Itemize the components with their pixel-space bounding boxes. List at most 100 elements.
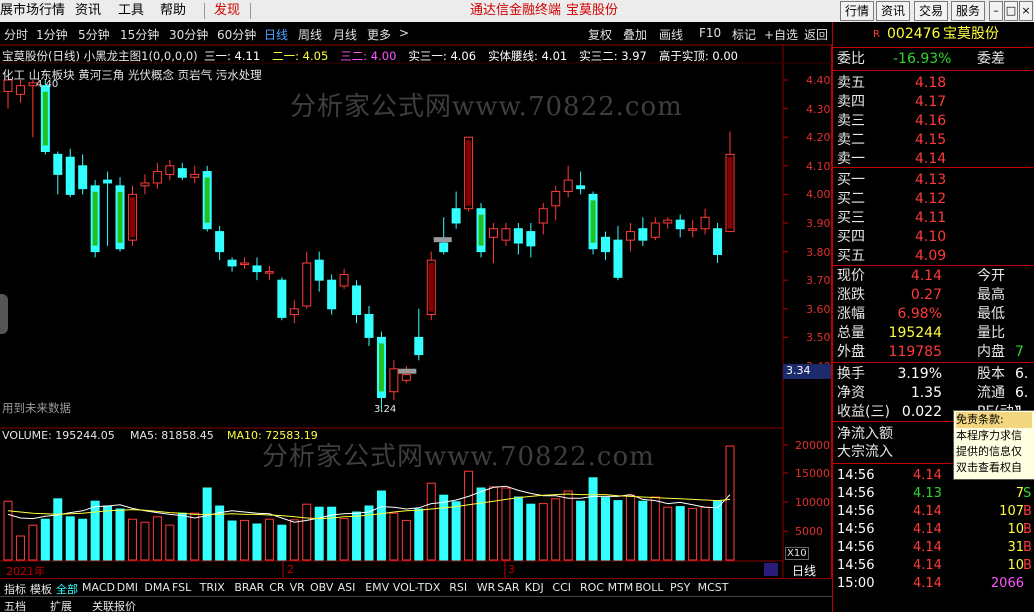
indicator-tab[interactable]: VOL-TDX: [393, 581, 441, 594]
chart-area[interactable]: 分析家公式网www.70822.com 分析家公式网www.70822.com …: [0, 44, 832, 578]
candle-body[interactable]: [638, 228, 648, 241]
indicator-tab[interactable]: VR: [290, 581, 305, 594]
trade-button[interactable]: 交易: [914, 1, 948, 21]
candle-body[interactable]: [700, 216, 710, 230]
menu-tools[interactable]: 工具: [118, 3, 144, 19]
ask-price[interactable]: 4.17: [915, 93, 946, 112]
indicator-tab[interactable]: PSY: [670, 581, 690, 594]
candle-body[interactable]: [227, 259, 237, 267]
candle-body[interactable]: [414, 336, 424, 356]
period-30min[interactable]: 30分钟: [169, 26, 208, 43]
indicator-tab[interactable]: WR: [477, 581, 496, 594]
candle-body[interactable]: [190, 173, 200, 178]
candle-body[interactable]: [352, 285, 362, 316]
candle-body[interactable]: [389, 368, 399, 393]
candle-body[interactable]: [140, 182, 150, 187]
indicator-tab[interactable]: RSI: [449, 581, 467, 594]
indicator-tab[interactable]: MTM: [608, 581, 634, 594]
bid-price[interactable]: 4.11: [915, 209, 946, 228]
ask-price[interactable]: 4.18: [915, 74, 946, 93]
candle-body[interactable]: [663, 219, 673, 224]
menu-help[interactable]: 帮助: [160, 3, 186, 19]
candle-body[interactable]: [613, 239, 623, 278]
indicator-tab[interactable]: EMV: [365, 581, 389, 594]
period-daily[interactable]: 日线: [264, 26, 288, 43]
indicator-tab[interactable]: KDJ: [525, 581, 544, 594]
tab-related-quotes[interactable]: 关联报价: [92, 598, 136, 612]
candle-body[interactable]: [513, 228, 523, 244]
period-more[interactable]: 更多: [367, 26, 391, 43]
indicator-tab[interactable]: 全部: [56, 581, 78, 597]
candle-body[interactable]: [713, 228, 723, 255]
draw-button[interactable]: 画线: [659, 26, 683, 43]
chevron-right-icon[interactable]: >: [399, 26, 409, 40]
candle-body[interactable]: [576, 185, 586, 190]
period-1min[interactable]: 1分钟: [36, 26, 68, 43]
period-60min[interactable]: 60分钟: [217, 26, 256, 43]
period-monthly[interactable]: 月线: [333, 26, 357, 43]
add-watchlist-button[interactable]: +自选: [764, 26, 798, 43]
candle-body[interactable]: [177, 168, 187, 178]
candle-body[interactable]: [289, 308, 299, 316]
indicator-tab[interactable]: ASI: [338, 581, 356, 594]
overlay-button[interactable]: 叠加: [623, 26, 647, 43]
candle-body[interactable]: [401, 374, 411, 381]
candle-body[interactable]: [65, 156, 75, 195]
candle-body[interactable]: [302, 262, 312, 307]
candle-body[interactable]: [103, 179, 113, 184]
candle-body[interactable]: [215, 231, 225, 253]
bid-price[interactable]: 4.12: [915, 190, 946, 209]
indicator-tab[interactable]: TRIX: [200, 581, 225, 594]
bid-price[interactable]: 4.13: [915, 171, 946, 190]
indicator-tab[interactable]: BOLL: [635, 581, 663, 594]
indicator-tab[interactable]: ROC: [580, 581, 604, 594]
bid-price[interactable]: 4.09: [915, 247, 946, 266]
indicator-tab[interactable]: SAR: [497, 581, 519, 594]
indicator-tab[interactable]: FSL: [172, 581, 191, 594]
candle-body[interactable]: [252, 265, 262, 273]
indicator-tab[interactable]: 指标: [4, 581, 26, 597]
candle-body[interactable]: [327, 279, 337, 310]
candle-body[interactable]: [551, 191, 561, 207]
candle-body[interactable]: [53, 153, 63, 175]
candle-body[interactable]: [277, 279, 287, 318]
menu-news[interactable]: 资讯: [75, 3, 101, 19]
candle-body[interactable]: [526, 231, 536, 247]
candle-body[interactable]: [601, 236, 611, 253]
menu-market[interactable]: 展市场行情: [0, 3, 65, 19]
candle-body[interactable]: [364, 314, 374, 338]
period-timeshare[interactable]: 分时: [4, 26, 28, 43]
maximize-icon[interactable]: □: [1004, 1, 1018, 21]
mark-button[interactable]: 标记: [732, 26, 756, 43]
candle-body[interactable]: [488, 228, 498, 238]
service-button[interactable]: 服务: [951, 1, 985, 21]
candle-body[interactable]: [15, 85, 25, 95]
candle-body[interactable]: [451, 208, 461, 224]
back-button[interactable]: 返回: [804, 26, 828, 43]
period-weekly[interactable]: 周线: [298, 26, 322, 43]
f10-button[interactable]: F10: [699, 26, 721, 40]
menu-discover[interactable]: 发现: [214, 3, 240, 19]
candle-body[interactable]: [264, 271, 274, 274]
minimize-icon[interactable]: –: [989, 1, 1003, 21]
candle-body[interactable]: [152, 171, 162, 184]
tab-five-levels[interactable]: 五档: [4, 598, 26, 612]
period-15min[interactable]: 15分钟: [120, 26, 159, 43]
news-button[interactable]: 资讯: [876, 1, 910, 21]
indicator-tab[interactable]: BRAR: [234, 581, 264, 594]
candle-body[interactable]: [650, 222, 660, 238]
indicator-tab[interactable]: MACD: [82, 581, 115, 594]
candle-body[interactable]: [625, 231, 635, 241]
candle-body[interactable]: [538, 208, 548, 224]
close-icon[interactable]: ×: [1019, 1, 1033, 21]
indicator-tab[interactable]: DMA: [144, 581, 170, 594]
adjust-button[interactable]: 复权: [588, 26, 612, 43]
candle-body[interactable]: [688, 228, 698, 231]
candle-body[interactable]: [339, 273, 349, 287]
candle-body[interactable]: [240, 262, 250, 266]
candle-body[interactable]: [675, 219, 685, 230]
ask-price[interactable]: 4.15: [915, 131, 946, 150]
bid-price[interactable]: 4.10: [915, 228, 946, 247]
kline-chart[interactable]: [0, 44, 832, 578]
candle-body[interactable]: [78, 165, 88, 190]
